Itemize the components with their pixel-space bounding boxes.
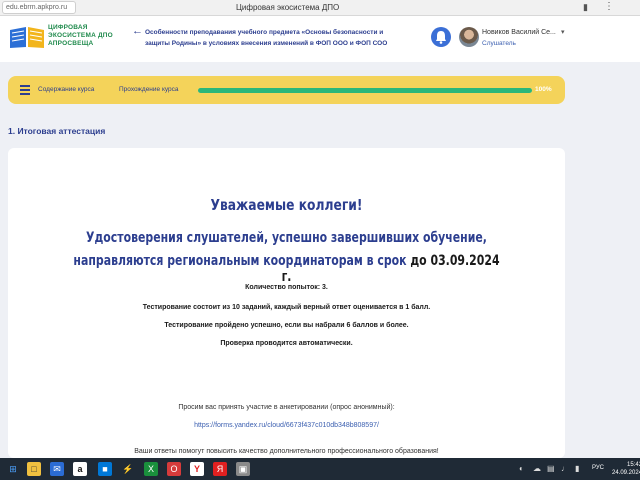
site-header: ЦИФРОВАЯ ЭКОСИСТЕМА ДПО АПРОСВЕЩА ← Особ…: [0, 16, 640, 62]
clock[interactable]: 15:42 24.09.2024: [612, 461, 640, 477]
tray-cloud-icon[interactable]: ☁: [533, 464, 541, 473]
spreadsheet-app-icon[interactable]: X: [144, 462, 158, 476]
progress-bar: [198, 88, 532, 93]
clock-date: 24.09.2024: [612, 470, 640, 476]
greeting-heading: Уважаемые коллеги!: [210, 196, 363, 214]
progress-bar-fill: [198, 88, 532, 93]
course-content-link[interactable]: Содержание курса: [38, 86, 94, 93]
section-title: 1. Итоговая аттестация: [8, 126, 106, 136]
survey-invitation: Просим вас принять участие в анкетирован…: [178, 404, 395, 411]
yandex-app-icon[interactable]: Я: [213, 462, 227, 476]
input-language[interactable]: РУС: [592, 465, 604, 471]
content-card: Уважаемые коллеги! Удостоверения слушате…: [8, 148, 565, 458]
app-bolt-icon[interactable]: ⚡: [121, 462, 135, 476]
start-windows-icon[interactable]: ⊞: [6, 462, 20, 476]
browser-menu-icon[interactable]: ⋮: [604, 1, 614, 12]
amazon-icon[interactable]: a: [73, 462, 87, 476]
lead-line-2: направляются региональным координаторам …: [69, 253, 503, 285]
progress-percent: 100%: [535, 86, 552, 93]
tray-battery-icon[interactable]: ▮: [575, 464, 579, 473]
bell-icon[interactable]: [431, 26, 451, 48]
course-title[interactable]: Особенности преподавания учебного предме…: [145, 27, 405, 49]
hamburger-menu-icon[interactable]: [20, 85, 30, 95]
file-explorer-icon[interactable]: □: [27, 462, 41, 476]
logo-line-2: ЭКОСИСТЕМА ДПО: [48, 32, 113, 39]
browser-o-icon[interactable]: O: [167, 462, 181, 476]
logo-line-1: ЦИФРОВАЯ: [48, 24, 88, 31]
tray-network-icon[interactable]: ▤: [547, 464, 555, 473]
attempts-count: Количество попыток: 3.: [245, 284, 328, 291]
tray-chat-icon[interactable]: ◐: [519, 464, 524, 473]
course-nav-bar: Содержание курса Прохождение курса 100%: [8, 76, 565, 104]
survey-note: Ваши ответы помогут повысить качество до…: [134, 448, 439, 455]
store-icon[interactable]: ■: [98, 462, 112, 476]
browser-page-title: Цифровая экосистема ДПО: [236, 3, 340, 12]
avatar[interactable]: [459, 27, 479, 47]
auto-check-note: Проверка проводится автоматически.: [220, 340, 353, 347]
survey-link[interactable]: https://forms.yandex.ru/cloud/6673f437c0…: [8, 422, 565, 429]
lead-line-1: Удостоверения слушателей, успешно заверш…: [86, 230, 487, 246]
chevron-down-icon[interactable]: ▾: [561, 28, 565, 36]
browser-bar: edu.ebrm.apkpro.ru Цифровая экосистема Д…: [0, 0, 640, 16]
pass-criteria: Тестирование пройдено успешно, если вы н…: [164, 322, 409, 329]
logo-text[interactable]: ЦИФРОВАЯ ЭКОСИСТЕМА ДПО АПРОСВЕЩА: [48, 24, 113, 48]
mail-icon[interactable]: ✉: [50, 462, 64, 476]
bookmark-icon[interactable]: ▮: [583, 2, 588, 13]
testing-info: Тестирование состоит из 10 заданий, кажд…: [142, 304, 431, 311]
tray-volume-icon[interactable]: ♩: [561, 464, 569, 473]
yandex-browser-icon[interactable]: Y: [190, 462, 204, 476]
logo-book-icon[interactable]: [8, 24, 46, 50]
user-role: Слушатель: [482, 40, 516, 47]
app-generic-icon[interactable]: ▣: [236, 462, 250, 476]
logo-line-3: АПРОСВЕЩА: [48, 40, 94, 47]
lead-line-2-text: направляются региональным координаторам …: [73, 253, 411, 269]
os-taskbar: ⊞ □ ✉ a ■ ⚡ X O Y Я ▣ ◐ ☁ ▤ ♩ ▮ РУС 15:4…: [0, 458, 640, 480]
back-arrow-icon[interactable]: ←: [132, 25, 143, 37]
user-name[interactable]: Новиков Василий Се...: [482, 29, 556, 36]
course-progress-label[interactable]: Прохождение курса: [119, 86, 179, 93]
address-bar[interactable]: edu.ebrm.apkpro.ru: [2, 1, 76, 14]
clock-time: 15:42: [627, 462, 640, 468]
